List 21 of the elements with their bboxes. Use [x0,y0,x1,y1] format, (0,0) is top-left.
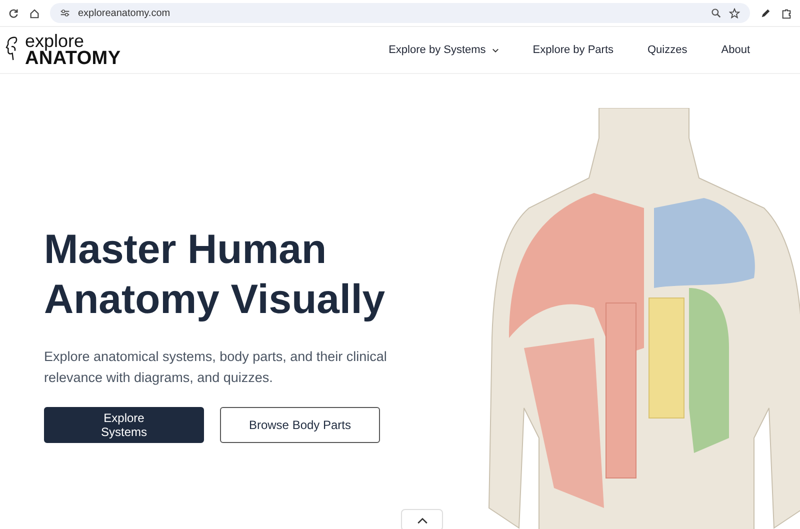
site-settings-icon[interactable] [60,8,70,18]
nav-dropdown[interactable]: Explore by Systems [388,44,499,56]
site-logo[interactable]: explore ANATOMY [25,33,121,67]
caret-icon [492,48,499,52]
zoom-icon[interactable] [711,8,721,18]
secondary-button[interactable]: Browse Body Parts [220,407,380,443]
home-icon[interactable] [29,8,40,18]
address-bar[interactable]: exploreanatomy.com [50,3,750,23]
hero-heading: Master Human Anatomy Visually [44,225,386,324]
chevron-up-icon [416,516,428,524]
puzzle-icon[interactable] [781,8,792,18]
primary-button[interactable]: Explore Systems [44,407,204,443]
scroll-top-button[interactable] [401,509,443,529]
nav-link[interactable]: Explore by Parts [532,44,614,56]
star-icon[interactable] [729,8,740,18]
reload-icon[interactable] [8,8,19,18]
nav-link[interactable]: Quizzes [648,44,688,56]
hero-description: Explore anatomical systems, body parts, and their clinical relevance with diagrams, and quizzes. [44,348,388,387]
pen-icon[interactable] [760,8,771,18]
url-text: exploreanatomy.com [78,8,170,18]
nav-link[interactable]: About [721,44,750,56]
